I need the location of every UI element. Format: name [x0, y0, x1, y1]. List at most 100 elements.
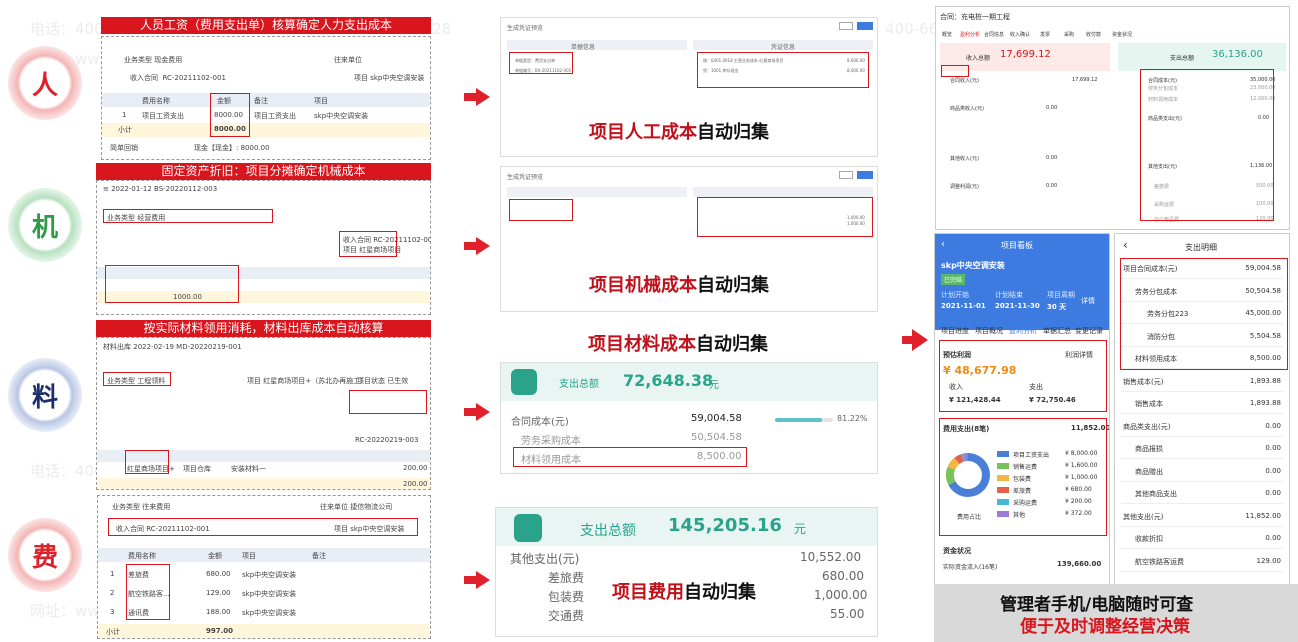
- tab[interactable]: 采购: [1064, 31, 1074, 38]
- tab[interactable]: 合同信息: [984, 31, 1004, 38]
- arrow-right-icon: [464, 237, 490, 255]
- cancel-button[interactable]: [839, 171, 853, 179]
- project-name: skp中央空调安装: [941, 261, 1005, 270]
- detail-link[interactable]: 详情: [1081, 296, 1095, 306]
- cell: 项目仓库: [183, 465, 211, 473]
- cell: skp中央空调安装: [314, 112, 369, 120]
- confirm-button[interactable]: [857, 171, 873, 179]
- detail-row-label: 航空铁路客运费: [1135, 557, 1184, 566]
- caption-black: 自动归集: [697, 275, 769, 296]
- total-value: 72,648.38: [623, 371, 714, 390]
- nav-title: 项目看板: [1001, 241, 1033, 250]
- tab[interactable]: 变更记录: [1075, 326, 1103, 336]
- row-label: 差旅费: [548, 571, 585, 585]
- detail-row-label: 商品赠出: [1135, 467, 1163, 476]
- start-label: 计划开始: [941, 291, 969, 299]
- cell: skp中央空调安装: [242, 609, 297, 617]
- label: 项目: [247, 377, 261, 385]
- cash-in-value: 139,660.00: [1057, 560, 1102, 568]
- row-value: 17,699.12: [1072, 77, 1098, 83]
- tab-active[interactable]: 盈利分析: [1009, 326, 1037, 336]
- detail-row-value: 129.00: [1256, 556, 1282, 565]
- letter-ji: 机: [31, 212, 58, 243]
- row-divider: [1121, 435, 1283, 437]
- label: 业务类型: [124, 56, 152, 64]
- row-label: 劳务采购成本: [521, 436, 581, 447]
- arrow-right-icon: [464, 571, 490, 589]
- circle-ren: 人: [8, 46, 82, 120]
- end-label: 计划结束: [995, 291, 1023, 299]
- detail-row-value: 0.00: [1265, 444, 1281, 452]
- tab[interactable]: 收入确认: [1010, 31, 1030, 38]
- label: 业务类型: [112, 503, 140, 511]
- arrow-right-icon: [464, 403, 490, 421]
- material-cost-card: 支出总额 72,648.38 元 合同成本(元) 59,004.58 81.22…: [500, 362, 878, 474]
- tab[interactable]: 单据汇总: [1043, 326, 1071, 336]
- tab[interactable]: 资金状况: [1112, 31, 1132, 38]
- highlight-box: [939, 340, 1107, 412]
- highlight-box: [125, 450, 169, 474]
- detail-row-label: 商品类支出(元): [1123, 422, 1171, 431]
- subtotal-label: 小计: [118, 126, 132, 134]
- subtotal-label: 小计: [106, 628, 120, 636]
- col-header: 备注: [312, 552, 326, 560]
- row-divider: [1121, 548, 1283, 549]
- settle-label: 简单回销: [110, 144, 138, 152]
- tab[interactable]: 项目概况: [975, 326, 1003, 336]
- row-divider: [1121, 570, 1283, 572]
- tab[interactable]: 发票: [1040, 31, 1050, 38]
- title: 合同：充电桩一期工程: [940, 13, 1010, 21]
- depreciation-form-panel: ≡ 2022-01-12 BS-20220112-003 业务类型 经营费用 收…: [96, 180, 431, 315]
- in-value: 17,699.12: [1000, 49, 1051, 60]
- highlight-box: [103, 372, 171, 386]
- total: 200.00: [403, 480, 428, 488]
- highlight-box: [105, 265, 239, 303]
- row-divider: [1121, 503, 1283, 504]
- highlight-box: [939, 418, 1107, 536]
- subtotal-value: 997.00: [206, 627, 234, 635]
- row-divider: [1121, 458, 1283, 459]
- arrow-right-icon: [464, 88, 490, 106]
- row-value: 0.00: [1046, 155, 1058, 161]
- tab[interactable]: 收付款: [1086, 31, 1101, 38]
- cell: 3: [110, 608, 115, 616]
- end-date: 2021-11-30: [995, 302, 1040, 310]
- start-date: 2021-11-01: [941, 302, 986, 310]
- tab[interactable]: 概览: [942, 31, 952, 38]
- out-label: 支出总额: [1170, 55, 1195, 62]
- highlight-box: [697, 197, 873, 237]
- cancel-button[interactable]: [839, 22, 853, 30]
- highlight-box: [1140, 69, 1274, 221]
- tab[interactable]: 项目进度: [941, 326, 969, 336]
- row-divider: [1121, 480, 1283, 482]
- value: skp中央空调安装: [370, 74, 425, 82]
- highlight-box: [210, 93, 250, 137]
- caption-black: 自动归集: [696, 334, 768, 355]
- code: BS-20220112-003: [154, 185, 218, 193]
- confirm-button[interactable]: [857, 22, 873, 30]
- unit: 元: [709, 380, 719, 391]
- col-header: 费用名称: [142, 97, 170, 105]
- title: 生成凭证预览: [507, 174, 544, 181]
- database-icon: [511, 369, 537, 395]
- row-value: 0.00: [1046, 105, 1058, 111]
- back-icon[interactable]: ‹: [1123, 238, 1128, 252]
- row-value: 50,504.58: [691, 432, 742, 443]
- detail-row-label: 其他商品支出: [1135, 490, 1177, 498]
- letter-fei: 费: [31, 542, 58, 573]
- value: 红星商场项目+（苏北办再施工）: [263, 377, 368, 385]
- project-board-phone: ‹ 项目看板 skp中央空调安装 已完结 计划开始 2021-11-01 计划结…: [934, 233, 1110, 587]
- in-label: 收入总额: [966, 55, 991, 62]
- detail-row-value: 11,852.00: [1245, 511, 1281, 520]
- caption-red: 项目材料成本: [588, 334, 696, 355]
- back-icon[interactable]: ‹: [941, 239, 945, 250]
- caption-red: 项目费用: [612, 582, 684, 603]
- highlight-box: [513, 447, 747, 467]
- date: 2022-01-12: [111, 185, 152, 193]
- fee-form-panel: 业务类型 往来费用 往来单位 捷信物流公司 收入合同 RC-20211102-0…: [97, 495, 431, 639]
- label: 收入合同: [130, 74, 158, 82]
- cell: 1: [110, 570, 115, 578]
- contract-dashboard: 合同：充电桩一期工程 概览 盈利分析 合同信息 收入确认 发票 采购 收付款 资…: [935, 6, 1290, 230]
- tab-active[interactable]: 盈利分析: [960, 31, 980, 38]
- cell: 1: [122, 111, 127, 119]
